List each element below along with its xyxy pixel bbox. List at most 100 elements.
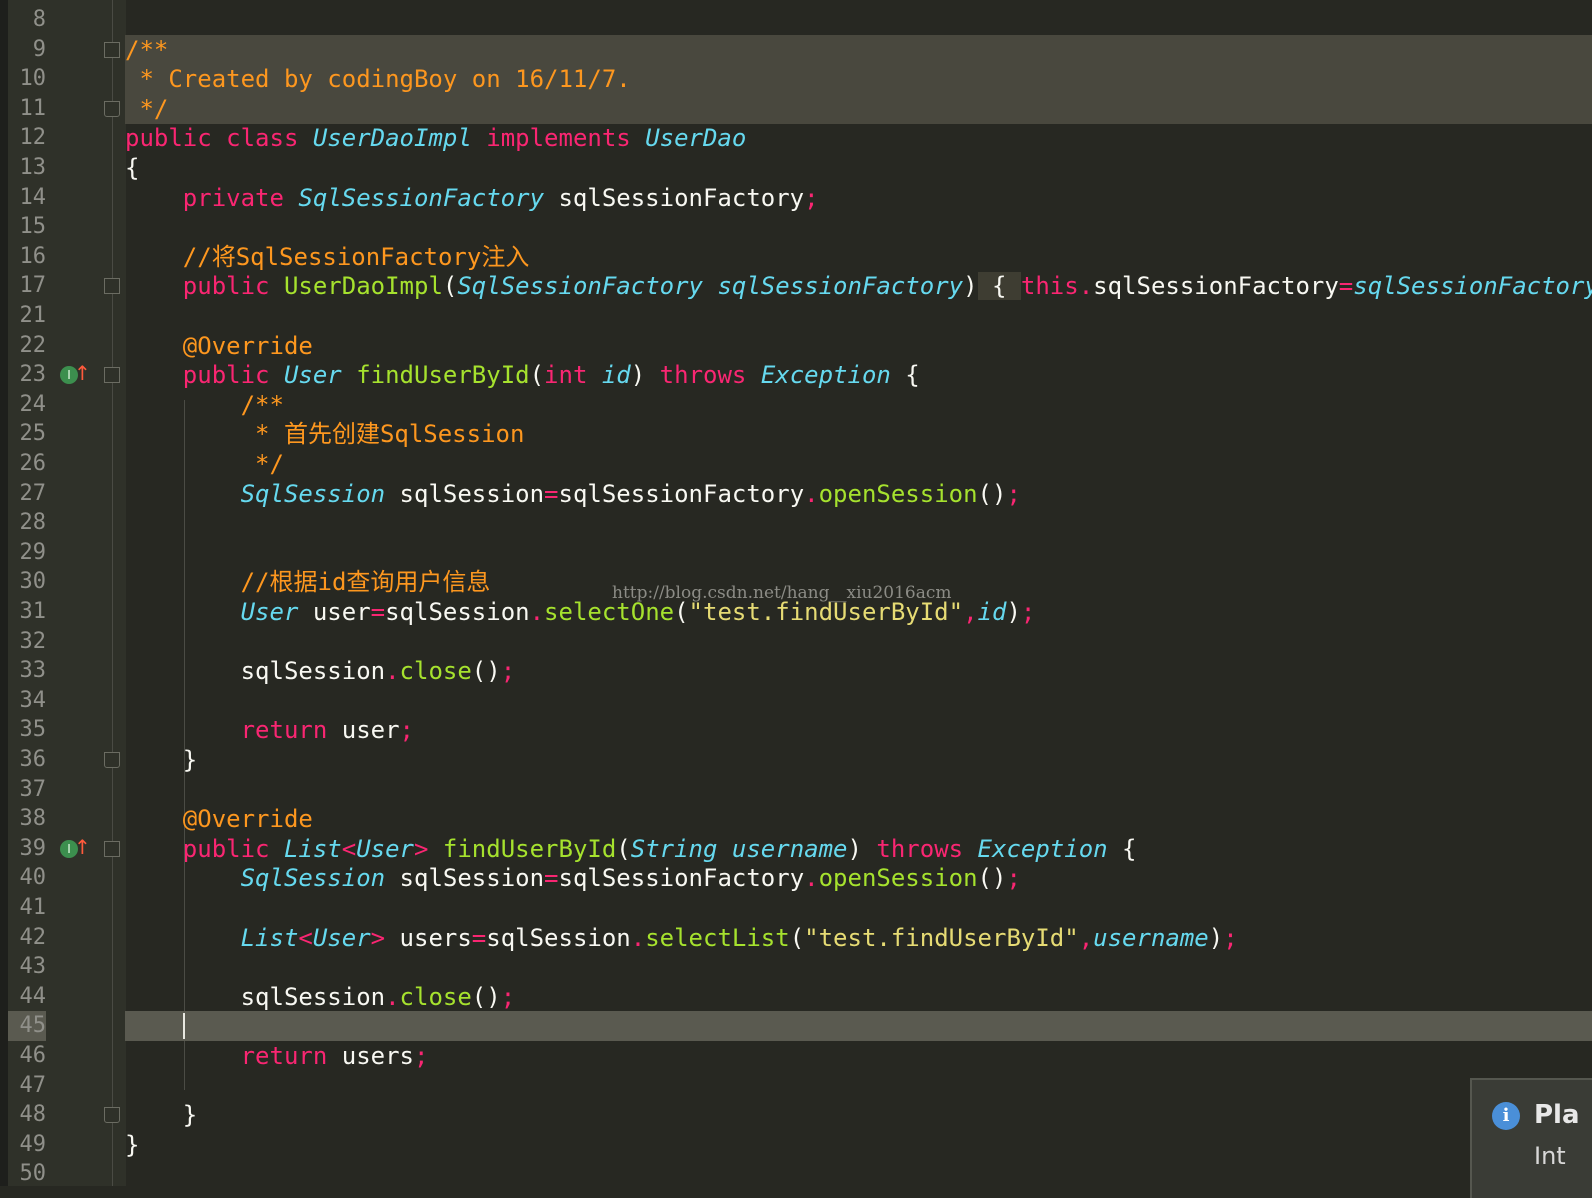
code-token: . <box>385 657 400 686</box>
code-line[interactable]: 45 <box>0 1011 1592 1042</box>
fold-marker-icon[interactable] <box>104 100 120 117</box>
line-code: sqlSession.close(); <box>125 656 1592 686</box>
code-line[interactable]: 14 private SqlSessionFactory sqlSessionF… <box>0 183 1592 213</box>
line-number[interactable]: 10 <box>8 64 47 94</box>
line-number[interactable]: 15 <box>8 212 47 242</box>
line-number[interactable]: 26 <box>8 449 47 479</box>
code-line[interactable]: 16 //将SqlSessionFactory注入 <box>0 242 1592 272</box>
line-number[interactable]: 45 <box>8 1011 46 1042</box>
code-line[interactable]: 28 <box>0 508 1592 538</box>
code-line[interactable]: 25 * 首先创建SqlSession <box>0 419 1592 449</box>
code-line[interactable]: 33 sqlSession.close(); <box>0 656 1592 686</box>
line-number[interactable]: 29 <box>8 538 47 568</box>
line-number[interactable]: 34 <box>8 686 47 716</box>
line-number[interactable]: 47 <box>8 1071 47 1101</box>
code-line[interactable]: 29 <box>0 538 1592 568</box>
code-line[interactable]: 24 /** <box>0 390 1592 420</box>
code-line[interactable]: 44 sqlSession.close(); <box>0 982 1592 1012</box>
code-line[interactable]: 50 <box>0 1159 1592 1189</box>
code-line[interactable]: 48 } <box>0 1100 1592 1130</box>
fold-marker-icon[interactable] <box>104 367 120 384</box>
line-number[interactable]: 39 <box>8 834 47 864</box>
line-number[interactable]: 11 <box>8 94 47 124</box>
override-arrow-icon[interactable]: ↑ <box>74 832 91 862</box>
line-number[interactable]: 12 <box>8 123 47 153</box>
line-number[interactable]: 31 <box>8 597 47 627</box>
code-line[interactable]: 41 <box>0 893 1592 923</box>
fold-marker-icon[interactable] <box>104 840 120 857</box>
fold-marker-icon[interactable] <box>104 752 120 768</box>
code-line[interactable]: 9 /** <box>0 34 1592 65</box>
line-number[interactable]: 32 <box>8 627 47 657</box>
line-number[interactable]: 41 <box>8 893 47 923</box>
code-line[interactable]: 8 <box>0 5 1592 35</box>
code-line[interactable]: 40 SqlSession sqlSession=sqlSessionFacto… <box>0 863 1592 893</box>
code-line[interactable]: 38 @Override <box>0 804 1592 834</box>
code-line[interactable]: 21 <box>0 301 1592 331</box>
code-line[interactable]: 39 I ↑ public List<User> findUserById(Stri… <box>0 834 1592 864</box>
line-number[interactable]: 14 <box>8 183 47 213</box>
line-number[interactable]: 40 <box>8 863 47 893</box>
code-line[interactable]: 27 SqlSession sqlSession=sqlSessionFacto… <box>0 479 1592 509</box>
line-number[interactable]: 48 <box>8 1100 47 1130</box>
code-line[interactable]: 11 */ <box>0 93 1592 124</box>
line-number[interactable]: 27 <box>8 479 47 509</box>
code-line[interactable]: 17 public UserDaoImpl(SqlSessionFactory … <box>0 271 1592 301</box>
code-line[interactable]: 42 List<User> users=sqlSession.selectLis… <box>0 923 1592 953</box>
line-number[interactable]: 16 <box>8 242 47 272</box>
code-token: //将SqlSessionFactory注入 <box>125 242 530 271</box>
line-number[interactable]: 30 <box>8 567 47 597</box>
fold-marker-icon[interactable] <box>104 278 120 295</box>
code-line[interactable]: 37 <box>0 775 1592 805</box>
code-line[interactable]: 46 return users; <box>0 1041 1592 1071</box>
code-token: = <box>370 598 386 626</box>
line-number[interactable]: 49 <box>8 1130 47 1160</box>
line-number[interactable]: 28 <box>8 508 47 538</box>
code-line[interactable]: 23 I ↑ public User findUserById(int id) th… <box>0 360 1592 390</box>
notification-popup[interactable]: i Pla Int <box>1470 1078 1592 1198</box>
code-line[interactable]: 12 public class UserDaoImpl implements Us… <box>0 123 1592 153</box>
line-number[interactable]: 35 <box>8 715 47 745</box>
fold-marker-icon[interactable] <box>104 41 120 58</box>
line-number[interactable]: 13 <box>8 153 47 183</box>
code-line[interactable]: 49} <box>0 1130 1592 1160</box>
text-caret <box>183 1013 185 1040</box>
code-line[interactable]: 35 return user; <box>0 715 1592 745</box>
code-editor[interactable]: 8 9/** 10 * Created by codingBoy on 16/11/… <box>0 0 1592 1198</box>
line-number[interactable]: 36 <box>8 745 47 775</box>
code-line[interactable]: 10 * Created by codingBoy on 16/11/7. <box>0 64 1592 95</box>
code-token: () <box>471 982 501 1011</box>
line-number[interactable]: 43 <box>8 952 47 982</box>
line-number[interactable]: 44 <box>8 982 47 1012</box>
code-line[interactable]: 34 <box>0 686 1592 716</box>
line-number[interactable]: 46 <box>8 1041 47 1071</box>
code-line[interactable]: 36 } <box>0 745 1592 775</box>
code-token: () <box>471 657 501 686</box>
code-line[interactable]: 47 <box>0 1071 1592 1101</box>
line-number[interactable]: 24 <box>8 390 47 420</box>
line-number[interactable]: 25 <box>8 419 47 449</box>
code-token: ) <box>847 834 862 863</box>
code-line[interactable]: 15 <box>0 212 1592 242</box>
fold-marker-icon[interactable] <box>104 1107 120 1124</box>
line-number[interactable]: 50 <box>8 1159 47 1189</box>
code-line[interactable]: 43 <box>0 952 1592 982</box>
code-line[interactable]: 22 @Override <box>0 331 1592 361</box>
line-number[interactable]: 8 <box>8 5 46 35</box>
code-token: sqlSession <box>125 657 386 686</box>
line-number[interactable]: 21 <box>8 301 47 331</box>
line-number[interactable]: 42 <box>8 923 47 953</box>
line-number[interactable]: 17 <box>8 271 47 301</box>
code-token: username <box>1093 923 1209 952</box>
line-number[interactable]: 38 <box>8 804 47 834</box>
code-line[interactable]: 32 <box>0 627 1592 657</box>
line-number[interactable]: 37 <box>8 775 47 805</box>
line-number[interactable]: 9 <box>8 35 46 65</box>
code-line[interactable]: 26 */ <box>0 449 1592 479</box>
line-number[interactable]: 22 <box>8 331 47 361</box>
override-arrow-icon[interactable]: ↑ <box>74 358 91 388</box>
line-number[interactable]: 23 <box>8 360 47 390</box>
code-line[interactable]: 13 { <box>0 153 1592 183</box>
line-number[interactable]: 33 <box>8 656 47 686</box>
